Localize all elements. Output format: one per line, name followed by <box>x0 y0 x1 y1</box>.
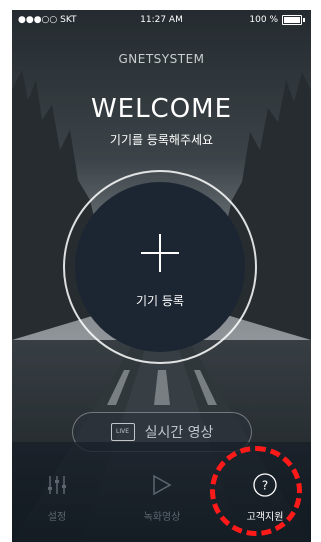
live-tv-icon: LIVE <box>110 423 135 441</box>
brand-name: GNETSYSTEM <box>118 52 205 66</box>
plus-icon <box>141 234 179 272</box>
highlight-circle-annotation <box>210 446 302 536</box>
battery-percent: 100 % <box>249 15 278 25</box>
live-video-label: 실시간 영상 <box>144 425 214 441</box>
battery-tip-icon <box>303 18 305 22</box>
tab-recordings-label: 녹화영상 <box>143 512 181 523</box>
battery-status: 100 % <box>249 10 305 30</box>
status-bar: ●●●○○ SKT 11:27 AM 100 % <box>12 10 311 30</box>
tab-settings[interactable]: 설정 <box>12 472 102 523</box>
welcome-title: WELCOME <box>90 94 233 124</box>
battery-icon <box>282 15 302 25</box>
welcome-subtitle: 기기를 등록해주세요 <box>109 133 214 147</box>
tab-recordings[interactable]: 녹화영상 <box>117 472 207 523</box>
settings-sliders-icon <box>48 476 66 494</box>
play-icon <box>153 474 172 496</box>
tab-settings-label: 설정 <box>47 512 67 523</box>
register-device-label: 기기 등록 <box>136 294 184 308</box>
register-device-button[interactable]: 기기 등록 <box>75 182 245 352</box>
